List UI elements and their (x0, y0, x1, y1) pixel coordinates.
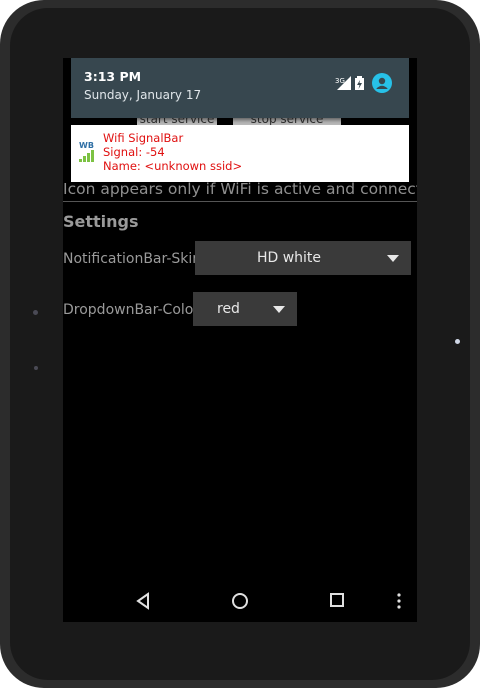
notification-signal: Signal: -54 (103, 145, 165, 159)
settings-title: Settings (63, 212, 139, 231)
battery-icon (355, 76, 364, 90)
color-dropdown-value: red (217, 301, 240, 317)
back-icon[interactable] (135, 592, 151, 610)
cell-signal-icon: 3G (335, 76, 351, 90)
side-sensor (34, 366, 38, 370)
camera-dot (455, 339, 460, 344)
screen: start service stop service Icon appears … (63, 58, 417, 622)
recents-icon[interactable] (329, 592, 345, 608)
skin-dropdown-value: HD white (256, 250, 322, 266)
notification-card[interactable]: WB Wifi SignalBar Signal: -54 Name: <unk… (71, 125, 409, 182)
signal-bars-icon (79, 150, 94, 162)
divider (63, 201, 417, 202)
skin-dropdown[interactable]: HD white (195, 241, 411, 275)
side-sensor (33, 310, 38, 315)
info-text: Icon appears only if WiFi is active and … (63, 180, 417, 198)
color-dropdown[interactable]: red (193, 292, 297, 326)
overflow-menu-icon[interactable] (396, 592, 402, 610)
navigation-bar (63, 582, 417, 622)
wifi-signalbar-app-icon: WB (77, 141, 99, 163)
notification-ssid: Name: <unknown ssid> (103, 159, 243, 173)
skin-label: NotificationBar-Skin: (63, 251, 206, 267)
dropdown-arrow-icon (387, 255, 399, 262)
dropdown-arrow-icon (273, 306, 285, 313)
notification-title: Wifi SignalBar (103, 131, 184, 145)
color-label: DropdownBar-Color: (63, 302, 204, 318)
status-date: Sunday, January 17 (84, 88, 202, 102)
status-time: 3:13 PM (84, 69, 142, 84)
network-type-label: 3G (335, 77, 345, 85)
user-avatar-icon[interactable] (372, 73, 392, 93)
app-icon-label: WB (79, 141, 94, 150)
notification-shade[interactable]: 3:13 PM Sunday, January 17 3G (71, 58, 409, 118)
home-icon[interactable] (231, 592, 249, 610)
